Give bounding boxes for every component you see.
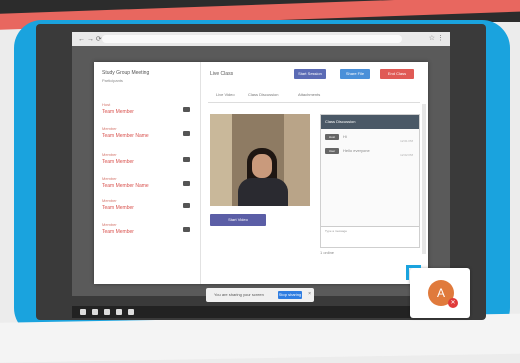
start-session-button[interactable]: Start Session bbox=[294, 69, 326, 79]
camera-icon[interactable] bbox=[183, 181, 190, 186]
tab-class-discussion[interactable]: Class Discussion bbox=[248, 92, 278, 97]
meeting-modal: Study Group Meeting Participants Host Te… bbox=[94, 62, 428, 284]
chat-input-placeholder: Type a message bbox=[325, 229, 348, 233]
chat-panel: Class Discussion Host Hi 12:01 PM User H… bbox=[320, 114, 420, 248]
chat-status: 1 online bbox=[320, 250, 335, 255]
participants-title: Study Group Meeting bbox=[102, 70, 150, 76]
class-panel: Live Class Start Session Share File End … bbox=[202, 62, 428, 284]
tile-corner-accent bbox=[406, 265, 421, 280]
participant-name: Team Member bbox=[102, 159, 134, 165]
participant-name: Team Member bbox=[102, 205, 134, 211]
participant-role: Member bbox=[102, 176, 117, 181]
participant-name: Team Member bbox=[102, 109, 134, 115]
close-icon[interactable]: × bbox=[308, 291, 311, 297]
camera-icon[interactable] bbox=[183, 107, 190, 112]
chat-header: Class Discussion bbox=[321, 115, 419, 129]
participant-name: Team Member Name bbox=[102, 183, 149, 189]
participants-subtitle: Participants bbox=[102, 78, 123, 83]
start-video-button[interactable]: Start Video bbox=[210, 214, 266, 226]
tab-live-video[interactable]: Live Video bbox=[216, 92, 235, 97]
scrollbar[interactable] bbox=[422, 104, 426, 254]
tab-attachments[interactable]: Attachments bbox=[298, 92, 320, 97]
browser-toolbar: ← → ⟳ ☆ ⋮ bbox=[72, 32, 450, 47]
browser-nav-icons[interactable]: ← → ⟳ bbox=[78, 35, 102, 43]
self-view-tile[interactable]: A ✕ bbox=[406, 265, 470, 318]
chat-header-title: Class Discussion bbox=[325, 119, 356, 124]
camera-icon[interactable] bbox=[183, 157, 190, 162]
chat-input[interactable]: Type a message bbox=[321, 226, 419, 247]
chat-text: Hello everyone bbox=[343, 148, 370, 153]
browser-icon[interactable] bbox=[116, 309, 122, 315]
participant-name: Team Member bbox=[102, 229, 134, 235]
participant-name: Team Member Name bbox=[102, 133, 149, 139]
share-file-button[interactable]: Share File bbox=[340, 69, 370, 79]
participant-role: Member bbox=[102, 126, 117, 131]
participant-item[interactable]: Member Team Member bbox=[102, 222, 194, 240]
participant-item[interactable]: Member Team Member Name bbox=[102, 126, 194, 144]
chat-sender: Host bbox=[325, 134, 339, 140]
participant-role: Member bbox=[102, 222, 117, 227]
camera-icon[interactable] bbox=[183, 227, 190, 232]
decorative-white-band bbox=[0, 313, 520, 363]
mic-off-icon[interactable]: ✕ bbox=[448, 298, 458, 308]
share-message: You are sharing your screen bbox=[214, 292, 264, 297]
camera-icon[interactable] bbox=[183, 131, 190, 136]
screen-share-bar: You are sharing your screen Stop sharing… bbox=[206, 288, 314, 302]
participant-role: Member bbox=[102, 198, 117, 203]
chat-text: Hi bbox=[343, 134, 347, 139]
participant-item[interactable]: Member Team Member Name bbox=[102, 176, 194, 194]
participant-role: Host bbox=[102, 102, 111, 107]
address-bar[interactable] bbox=[102, 35, 402, 43]
chat-time: 12:02 PM bbox=[400, 153, 413, 157]
chat-sender: User bbox=[325, 148, 339, 154]
chat-message: Host Hi 12:01 PM bbox=[325, 133, 415, 143]
participant-role: Member bbox=[102, 152, 117, 157]
end-class-button[interactable]: End Class bbox=[380, 69, 414, 79]
participant-item[interactable]: Member Team Member bbox=[102, 152, 194, 170]
app-icon[interactable] bbox=[128, 309, 134, 315]
chat-message: User Hello everyone 12:02 PM bbox=[325, 147, 415, 157]
browser-tools-icons[interactable]: ☆ ⋮ bbox=[429, 34, 444, 42]
webcam-video bbox=[210, 114, 310, 206]
class-tabs: Live Video Class Discussion Attachments bbox=[208, 90, 420, 103]
participant-item[interactable]: Member Team Member bbox=[102, 198, 194, 216]
taskbar: 12:05 bbox=[72, 306, 450, 318]
explorer-icon[interactable] bbox=[104, 309, 110, 315]
participants-panel: Study Group Meeting Participants Host Te… bbox=[94, 62, 201, 284]
stop-sharing-button[interactable]: Stop sharing bbox=[278, 291, 302, 299]
windows-icon[interactable] bbox=[80, 309, 86, 315]
participant-item[interactable]: Host Team Member bbox=[102, 102, 194, 120]
chat-time: 12:01 PM bbox=[400, 139, 413, 143]
camera-icon[interactable] bbox=[183, 203, 190, 208]
search-icon[interactable] bbox=[92, 309, 98, 315]
class-title: Live Class bbox=[210, 71, 234, 77]
